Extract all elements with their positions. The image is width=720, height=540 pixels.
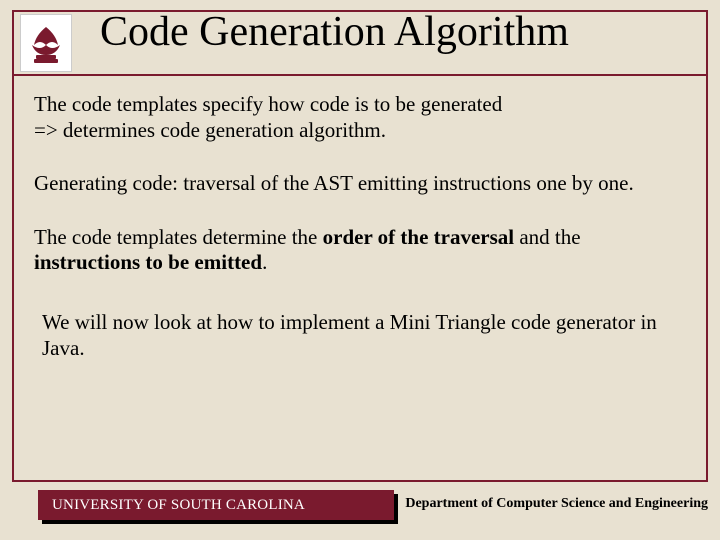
paragraph: The code templates specify how code is t… — [34, 92, 690, 143]
slide-body: The code templates specify how code is t… — [34, 92, 690, 361]
slide-title: Code Generation Algorithm — [100, 8, 569, 56]
body-text: and the — [514, 225, 580, 249]
footer-university-name: UNIVERSITY OF SOUTH CAROLINA — [38, 490, 394, 520]
university-logo-icon — [20, 14, 72, 72]
paragraph: We will now look at how to implement a M… — [42, 310, 690, 361]
body-text: Generating code: traversal of the AST em… — [34, 171, 634, 195]
paragraph: The code templates determine the order o… — [34, 225, 690, 276]
title-divider — [14, 74, 706, 76]
body-text: The code templates determine the — [34, 225, 323, 249]
body-text: . — [262, 250, 267, 274]
body-text: The code templates specify how code is t… — [34, 92, 502, 116]
body-text: => determines code generation algorithm. — [34, 118, 386, 142]
paragraph: Generating code: traversal of the AST em… — [34, 171, 690, 197]
body-text-bold: instructions to be emitted — [34, 250, 262, 274]
body-text: We will now look at how to implement a M… — [42, 310, 657, 360]
slide-footer: UNIVERSITY OF SOUTH CAROLINA Department … — [0, 490, 720, 528]
body-text-bold: order of the traversal — [323, 225, 514, 249]
slide: Code Generation Algorithm The code templ… — [0, 0, 720, 540]
footer-department-name: Department of Computer Science and Engin… — [405, 496, 708, 512]
